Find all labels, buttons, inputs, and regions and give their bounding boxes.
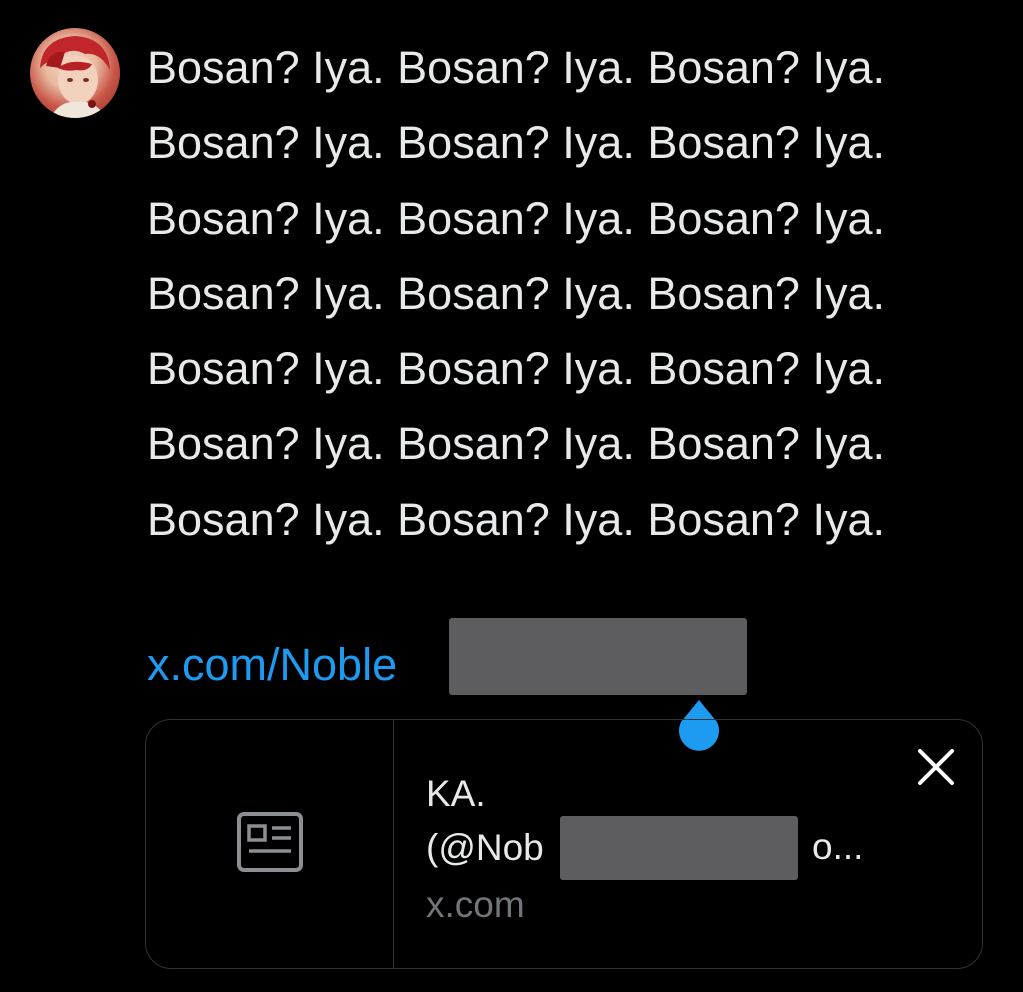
card-handle-row: (@Nob o... <box>426 816 863 880</box>
close-icon[interactable] <box>916 747 956 792</box>
tweet-line: Bosan? Iya. Bosan? Iya. Bosan? Iya. <box>147 117 885 169</box>
tweet-link[interactable]: x.com/Noble <box>147 630 397 700</box>
tweet-line: Bosan? Iya. Bosan? Iya. Bosan? Iya. <box>147 42 885 93</box>
avatar[interactable] <box>30 28 120 118</box>
tweet-line: Bosan? Iya. Bosan? Iya. Bosan? Iya. <box>147 418 885 470</box>
card-info: KA. (@Nob o... x.com <box>426 770 863 932</box>
tweet-text: Bosan? Iya. Bosan? Iya. Bosan? Iya. Bosa… <box>147 30 1007 557</box>
close-button[interactable] <box>911 744 961 794</box>
article-icon <box>236 811 304 878</box>
link-preview-card[interactable]: KA. (@Nob o... x.com <box>145 719 983 969</box>
card-handle: (@Nob <box>426 827 544 868</box>
card-handle-suffix: o... <box>812 826 864 867</box>
card-title: KA. <box>426 773 486 814</box>
tweet-link-text[interactable]: x.com/Noble <box>147 639 397 691</box>
tweet-line: Bosan? Iya. Bosan? Iya. Bosan? Iya. <box>147 493 885 545</box>
redaction-box <box>560 816 798 880</box>
tweet-line: Bosan? Iya. Bosan? Iya. Bosan? Iya. <box>147 267 885 319</box>
card-domain: x.com <box>426 884 525 925</box>
redaction-box <box>449 618 747 695</box>
card-thumbnail <box>146 720 394 968</box>
tweet-line: Bosan? Iya. Bosan? Iya. Bosan? Iya. <box>147 343 885 395</box>
tweet-line: Bosan? Iya. Bosan? Iya. Bosan? Iya. <box>147 192 885 244</box>
